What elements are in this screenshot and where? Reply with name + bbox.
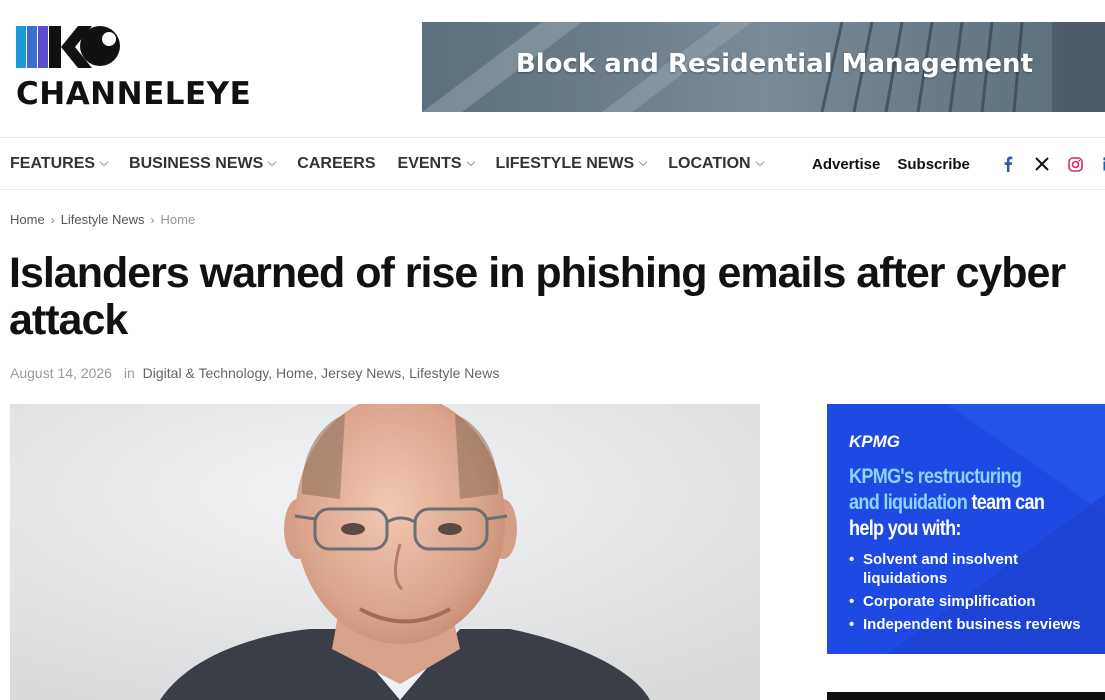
subscribe-link[interactable]: Subscribe xyxy=(897,156,970,173)
ad-list: Solvent and insolvent liquidations Corpo… xyxy=(849,550,1101,638)
breadcrumb: Home › Lifestyle News › Home xyxy=(10,212,195,227)
nav-item-label: CAREERS xyxy=(297,155,376,172)
nav-item-label: LOCATION xyxy=(668,155,751,172)
nav-item-label: EVENTS xyxy=(397,155,462,172)
x-icon[interactable] xyxy=(1031,153,1053,175)
meta-in-label: in xyxy=(123,365,135,381)
nav-item-label: BUSINESS NEWS xyxy=(129,155,264,172)
breadcrumb-home[interactable]: Home xyxy=(10,212,45,227)
article-meta: August 14, 2026 in Digital & Technology,… xyxy=(10,365,499,381)
chevron-down-icon xyxy=(466,157,475,167)
logo-text: CHANNELEYE xyxy=(16,76,252,112)
article-featured-image xyxy=(10,404,760,700)
ad-list-item: Corporate simplification xyxy=(849,592,1101,611)
social-links xyxy=(997,153,1105,175)
facebook-icon[interactable] xyxy=(997,153,1019,175)
chevron-right-icon: › xyxy=(50,212,55,227)
nav-item-business-news[interactable]: BUSINESS NEWS xyxy=(129,155,277,173)
nav-item-lifestyle-news[interactable]: LIFESTYLE NEWS xyxy=(495,155,648,173)
nav-actions: Advertise Subscribe xyxy=(812,138,1105,190)
chevron-right-icon: › xyxy=(150,212,155,227)
ad-headline: KPMG's restructuring and liquidation tea… xyxy=(849,464,1055,542)
category-link[interactable]: Jersey News, xyxy=(321,365,405,381)
main-nav: FEATURES BUSINESS NEWS CAREERS EVENTS LI… xyxy=(0,137,1105,190)
article-title: Islanders warned of rise in phishing ema… xyxy=(9,249,1066,344)
chevron-down-icon xyxy=(755,157,764,167)
category-link[interactable]: Lifestyle News xyxy=(409,365,499,381)
chevron-down-icon xyxy=(99,157,109,167)
kpmg-logo: KPMG xyxy=(849,432,900,451)
nav-item-careers[interactable]: CAREERS xyxy=(297,155,375,173)
chevron-down-icon xyxy=(268,157,277,167)
advertise-link[interactable]: Advertise xyxy=(812,156,880,173)
ad-list-item: Solvent and insolvent liquidations xyxy=(849,550,1101,588)
site-header: CHANNELEYE Block and Residential Managem… xyxy=(0,0,1105,137)
breadcrumb-current: Home xyxy=(160,212,196,227)
breadcrumb-lifestyle-news[interactable]: Lifestyle News xyxy=(61,212,145,227)
secondary-sidebar-ad[interactable] xyxy=(827,692,1105,700)
site-logo[interactable]: CHANNELEYE xyxy=(16,24,256,114)
article-date: August 14, 2026 xyxy=(10,365,112,381)
instagram-icon[interactable] xyxy=(1065,153,1087,175)
nav-item-features[interactable]: FEATURES xyxy=(10,155,109,173)
nav-item-location[interactable]: LOCATION xyxy=(668,155,764,173)
nav-item-events[interactable]: EVENTS xyxy=(397,155,475,173)
category-link[interactable]: Digital & Technology, xyxy=(143,365,272,381)
banner-headline: Block and Residential Management xyxy=(515,49,1033,79)
portrait-photo xyxy=(10,404,760,700)
header-banner-ad[interactable]: Block and Residential Management xyxy=(422,22,1105,112)
logo-mark-icon xyxy=(16,26,120,68)
nav-menu: FEATURES BUSINESS NEWS CAREERS EVENTS LI… xyxy=(10,138,785,190)
category-link[interactable]: Home, xyxy=(276,365,317,381)
kpmg-sidebar-ad[interactable]: KPMG KPMG's restructuring and liquidatio… xyxy=(827,404,1105,654)
linkedin-icon[interactable] xyxy=(1099,153,1105,175)
ad-list-item: Independent business reviews xyxy=(849,615,1101,634)
chevron-down-icon xyxy=(638,157,648,167)
nav-item-label: LIFESTYLE NEWS xyxy=(495,155,635,172)
nav-item-label: FEATURES xyxy=(10,155,96,172)
